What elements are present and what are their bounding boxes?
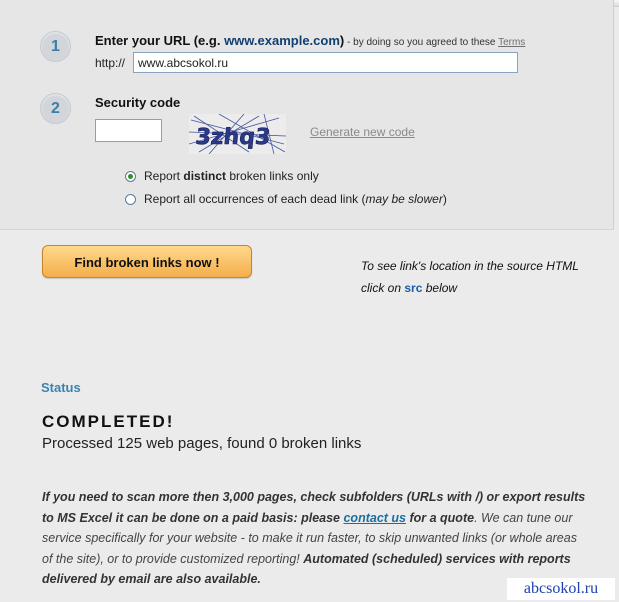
captcha-text: 3zhq3: [194, 125, 271, 150]
site-watermark: abcsokol.ru: [507, 578, 615, 600]
url-protocol-prefix: http://: [95, 56, 126, 70]
report-distinct-label: Report distinct broken links only: [144, 169, 319, 183]
security-code-input[interactable]: [95, 119, 162, 142]
agreement-note: - by doing so you agreed to these Terms: [344, 37, 525, 48]
src-hint-post: below: [422, 281, 458, 295]
report-all-label-italic: may be slower: [365, 192, 443, 206]
paid-info-part2: for a quote: [406, 510, 475, 525]
status-summary: Processed 125 web pages, found 0 broken …: [42, 435, 362, 452]
paid-service-info: If you need to scan more then 3,000 page…: [42, 487, 590, 590]
src-hint-pre: To see link's location in the source HTM…: [361, 259, 579, 295]
report-distinct-label-pre: Report: [144, 169, 184, 183]
status-completed: COMPLETED!: [42, 412, 175, 431]
report-all-option[interactable]: Report all occurrences of each dead link…: [125, 192, 447, 206]
form-panel: 1 Enter your URL (e.g. www.example.com) …: [0, 0, 614, 230]
terms-link[interactable]: Terms: [498, 37, 525, 48]
contact-us-link[interactable]: contact us: [343, 511, 406, 525]
security-code-label: Security code: [95, 95, 181, 110]
report-all-label-pre: Report all occurrences of each dead link…: [144, 192, 366, 206]
src-hint-word: src: [404, 281, 423, 295]
src-hint: To see link's location in the source HTM…: [361, 255, 601, 299]
url-input[interactable]: [133, 52, 518, 73]
agreement-text: - by doing so you agreed to these: [344, 37, 499, 48]
report-all-label-post: ): [442, 192, 447, 206]
find-broken-links-button[interactable]: Find broken links now !: [42, 245, 252, 278]
captcha-image: 3zhq3: [189, 114, 286, 154]
url-title-example: www.example.com: [224, 33, 340, 48]
url-field-label: Enter your URL (e.g. www.example.com) - …: [95, 33, 525, 48]
report-distinct-radio[interactable]: [125, 170, 136, 182]
report-distinct-label-bold: distinct: [183, 169, 227, 183]
report-all-label: Report all occurrences of each dead link…: [144, 192, 447, 206]
report-all-radio[interactable]: [125, 193, 136, 205]
status-label: Status: [41, 380, 81, 395]
generate-new-code-link[interactable]: Generate new code: [310, 125, 415, 139]
report-distinct-option[interactable]: Report distinct broken links only: [125, 169, 319, 183]
step-1-badge: 1: [40, 31, 71, 62]
url-title-prefix: Enter your URL (e.g.: [95, 33, 225, 48]
step-2-badge: 2: [40, 93, 71, 124]
report-distinct-label-post: broken links only: [226, 169, 319, 183]
